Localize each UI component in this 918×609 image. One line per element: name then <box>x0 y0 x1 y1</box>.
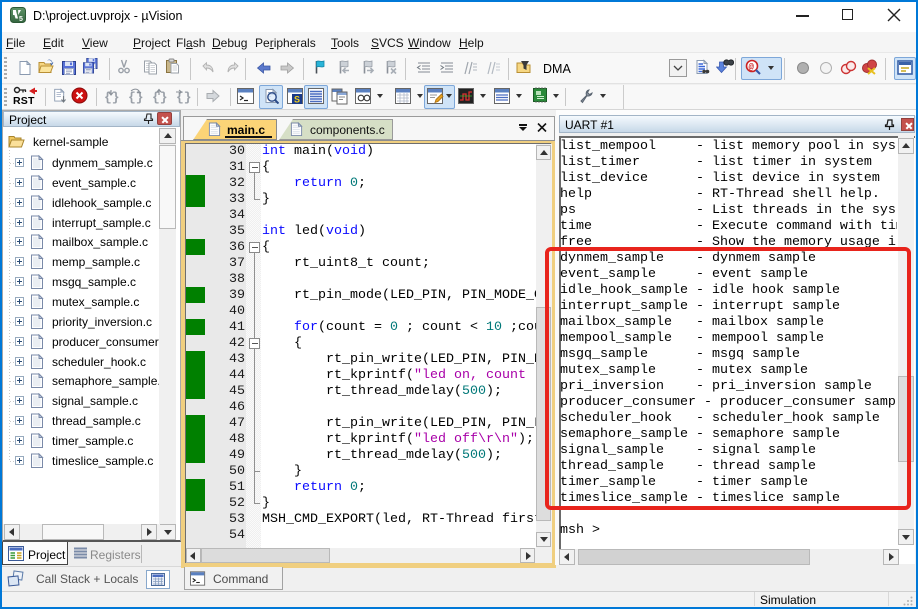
svg-text:@: @ <box>749 63 755 73</box>
svg-text:5: 5 <box>19 16 23 23</box>
svg-text:S: S <box>294 95 300 105</box>
svg-text:{}: {} <box>104 90 120 105</box>
svg-text:{}: {} <box>128 90 144 105</box>
svg-text:{}: {} <box>152 90 168 105</box>
